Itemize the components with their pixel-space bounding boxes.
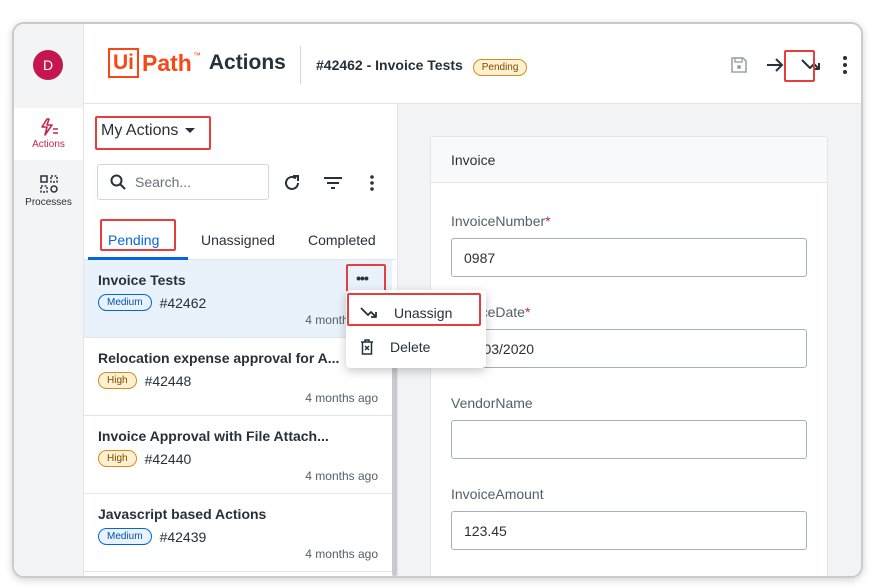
rail-item-processes[interactable]: Processes	[14, 168, 83, 218]
task-id: #42448	[144, 372, 192, 389]
app-header: Ui Path ™ Actions #42462 - Invoice Tests…	[84, 24, 861, 104]
vendor-name-label: VendorName	[451, 395, 533, 411]
invoice-amount-label: InvoiceAmount	[451, 486, 544, 502]
refresh-button[interactable]	[281, 172, 303, 194]
logo-product-name: Actions	[208, 51, 286, 74]
task-time: 4 months ago	[305, 391, 378, 405]
invoice-number-field[interactable]: 0987	[451, 238, 807, 277]
priority-badge: Medium	[98, 294, 152, 311]
priority-badge: Medium	[98, 528, 152, 545]
save-button[interactable]	[728, 54, 750, 76]
status-badge: Pending	[472, 59, 528, 76]
rail-item-label: Actions	[32, 139, 65, 150]
processes-icon	[39, 175, 58, 193]
task-time: 4 months ago	[305, 469, 378, 483]
highlight-unassign-header	[784, 50, 815, 82]
logo-trademark: ™	[192, 50, 201, 60]
save-icon	[731, 57, 747, 73]
highlight-view-selector	[95, 116, 211, 150]
task-title: Invoice Tests	[98, 272, 186, 288]
search-input[interactable]: Search...	[97, 164, 269, 200]
logo-ui: Ui	[108, 48, 139, 78]
uipath-logo: Ui Path ™ Actions	[108, 48, 286, 78]
tab-unassigned[interactable]: Unassigned	[201, 232, 275, 248]
rail-item-label: Processes	[25, 197, 72, 208]
rail-item-actions[interactable]: Actions	[14, 108, 83, 160]
logo-path: Path	[142, 49, 192, 76]
arrow-right-icon	[767, 58, 784, 72]
priority-badge: High	[98, 372, 137, 389]
search-icon	[110, 174, 126, 190]
invoice-form: Invoice InvoiceNumber* 0987 InvoiceDate*…	[430, 136, 828, 576]
priority-badge: High	[98, 450, 137, 467]
app-window: D Actions Processes Ui Path ™ Actions #4…	[12, 22, 863, 578]
task-title: Javascript based Actions	[98, 506, 267, 522]
highlight-task-more	[346, 264, 386, 292]
header-divider	[300, 46, 301, 84]
invoice-date-field[interactable]: 03/03/2020	[451, 329, 807, 368]
trash-icon	[361, 339, 373, 355]
filter-icon	[324, 177, 342, 189]
left-rail: D Actions Processes	[14, 24, 84, 576]
task-id: #42462	[159, 294, 207, 311]
more-actions-button[interactable]	[834, 54, 856, 76]
avatar[interactable]: D	[33, 50, 63, 80]
task-title: Invoice Approval with File Attach...	[98, 428, 329, 444]
task-title: Relocation expense approval for A...	[98, 350, 340, 366]
task-meta: Medium #42439	[98, 528, 206, 545]
more-vertical-icon	[843, 56, 847, 74]
menu-item-label: Delete	[390, 339, 431, 355]
page-title: #42462 - Invoice Tests Pending	[316, 57, 528, 76]
task-card[interactable]: Javascript based Actions Medium #42439 4…	[84, 494, 392, 572]
task-time: 4 months ago	[305, 547, 378, 561]
highlight-pending-tab	[100, 219, 176, 251]
highlight-unassign-menu-item	[347, 293, 481, 326]
tab-completed[interactable]: Completed	[308, 232, 376, 248]
task-title-text: #42462 - Invoice Tests	[316, 57, 463, 73]
task-meta: High #42440	[98, 450, 191, 467]
invoice-amount-field[interactable]: 123.45	[451, 511, 807, 550]
task-meta: Medium #42462	[98, 294, 206, 311]
menu-item-delete[interactable]: Delete	[346, 330, 486, 364]
refresh-icon	[285, 175, 299, 190]
task-id: #42440	[144, 450, 192, 467]
forward-button[interactable]	[764, 54, 786, 76]
filter-button[interactable]	[322, 172, 344, 194]
search-placeholder: Search...	[135, 174, 192, 190]
list-more-button[interactable]	[361, 172, 383, 194]
task-meta: High #42448	[98, 372, 191, 389]
task-card[interactable]: Invoice Approval with File Attach... Hig…	[84, 416, 392, 494]
task-id: #42439	[159, 528, 207, 545]
actions-icon	[40, 118, 58, 136]
vendor-name-field[interactable]	[451, 420, 807, 459]
invoice-number-label: InvoiceNumber*	[451, 213, 551, 229]
more-vertical-icon	[370, 175, 374, 191]
form-section-title: Invoice	[431, 137, 827, 183]
